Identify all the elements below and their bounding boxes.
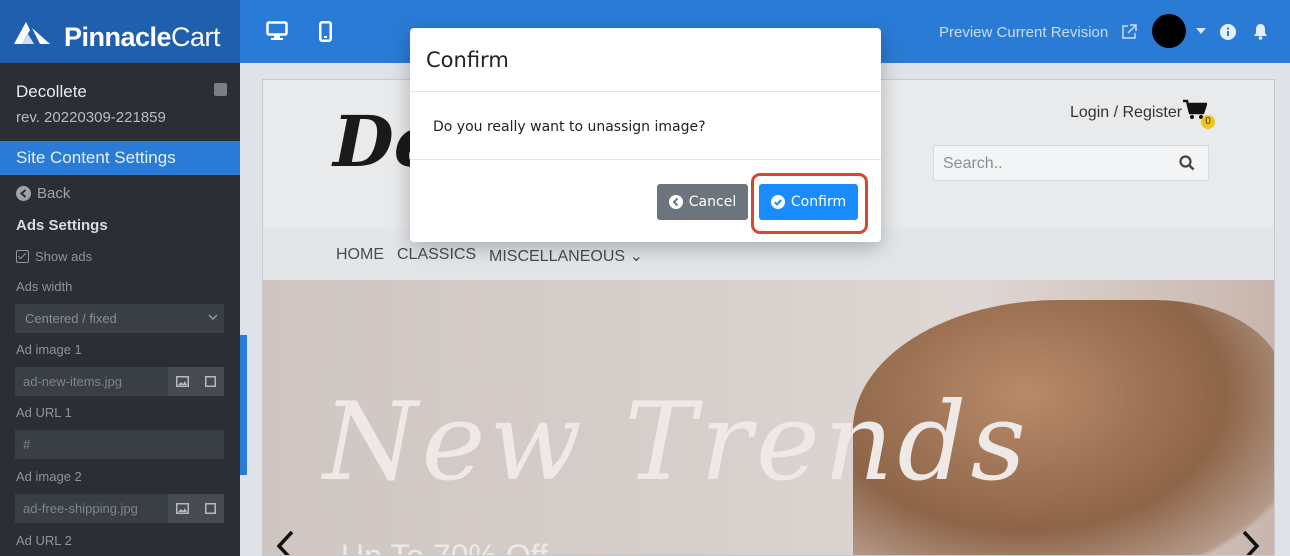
nav-miscellaneous[interactable]: MISCELLANEOUS ⌄	[489, 246, 643, 266]
logo[interactable]: PinnacleCart	[0, 0, 240, 63]
cancel-button[interactable]: Cancel	[657, 184, 748, 220]
arrow-left-circle-icon	[16, 186, 31, 201]
sidebar: Decollete rev. 20220309-221859 Site Cont…	[0, 63, 240, 556]
choose-image-button[interactable]	[168, 367, 196, 396]
image-icon	[175, 503, 189, 514]
site-revision: rev. 20220309-221859	[16, 109, 166, 126]
chevron-left-icon[interactable]	[275, 530, 295, 556]
ads-settings-title: Ads Settings	[16, 217, 108, 234]
login-register-link[interactable]: Login / Register	[1070, 104, 1182, 122]
preview-revision-link[interactable]: Preview Current Revision	[939, 24, 1108, 41]
ads-width-select[interactable]: Centered / fixed	[15, 304, 224, 333]
section-header: Site Content Settings	[0, 141, 240, 175]
resize-handle[interactable]	[240, 335, 247, 475]
cart-count-badge: 0	[1201, 115, 1215, 129]
unassign-image-button[interactable]	[196, 367, 224, 396]
check-circle-icon	[770, 195, 785, 209]
cancel-label: Cancel	[688, 194, 737, 210]
mobile-icon[interactable]	[319, 21, 332, 42]
bell-icon[interactable]	[1253, 23, 1268, 40]
divider	[410, 159, 881, 160]
square-icon	[204, 503, 216, 514]
hero-subtitle: Up To 70% Off	[341, 538, 548, 556]
ads-width-label: Ads width	[16, 279, 73, 294]
site-name: Decollete	[16, 82, 87, 101]
square-icon	[204, 376, 216, 387]
ad-image-1-label: Ad image 1	[16, 342, 82, 357]
dialog-title: Confirm	[426, 48, 509, 72]
avatar[interactable]	[1152, 14, 1186, 48]
ad-image-2-input[interactable]: ad-free-shipping.jpg	[15, 494, 168, 523]
checkbox-icon	[16, 250, 29, 263]
ad-url-2-label: Ad URL 2	[16, 533, 72, 548]
desktop-icon[interactable]	[266, 21, 288, 41]
external-link-icon[interactable]	[1121, 24, 1137, 40]
ad-image-2-label: Ad image 2	[16, 469, 82, 484]
hero-title: New Trends	[323, 380, 1030, 505]
ad-url-1-label: Ad URL 1	[16, 405, 72, 420]
ad-image-1-input[interactable]: ad-new-items.jpg	[15, 367, 168, 396]
chevron-right-icon[interactable]	[1241, 530, 1261, 556]
show-ads-checkbox[interactable]: Show ads	[16, 249, 92, 264]
hero-banner: New Trends Up To 70% Off	[263, 280, 1274, 556]
divider	[410, 91, 881, 92]
confirm-label: Confirm	[790, 194, 847, 210]
choose-image-button[interactable]	[168, 494, 196, 523]
dialog-message: Do you really want to unassign image?	[433, 119, 706, 135]
confirm-button[interactable]: Confirm	[759, 184, 858, 220]
unassign-image-button[interactable]	[196, 494, 224, 523]
confirm-dialog: Confirm Do you really want to unassign i…	[410, 28, 881, 242]
chevron-down-icon	[208, 314, 218, 321]
ad-url-1-input[interactable]: #	[15, 430, 224, 459]
chevron-down-icon[interactable]	[1196, 28, 1206, 34]
info-icon[interactable]	[1220, 24, 1236, 40]
logo-text: PinnacleCart	[64, 22, 221, 52]
image-icon	[175, 376, 189, 387]
preview-search-input[interactable]: Search..	[933, 145, 1209, 181]
pinnacle-logo-icon	[14, 22, 50, 44]
nav-classics[interactable]: CLASSICS	[397, 246, 476, 264]
chevron-down-icon: ⌄	[629, 248, 643, 265]
search-icon[interactable]	[1179, 155, 1195, 171]
arrow-left-circle-icon	[668, 195, 683, 209]
show-ads-label: Show ads	[35, 249, 93, 264]
site-checkbox[interactable]	[214, 83, 227, 96]
back-button[interactable]: Back	[16, 185, 70, 202]
back-label: Back	[37, 185, 71, 202]
nav-home[interactable]: HOME	[336, 246, 384, 264]
